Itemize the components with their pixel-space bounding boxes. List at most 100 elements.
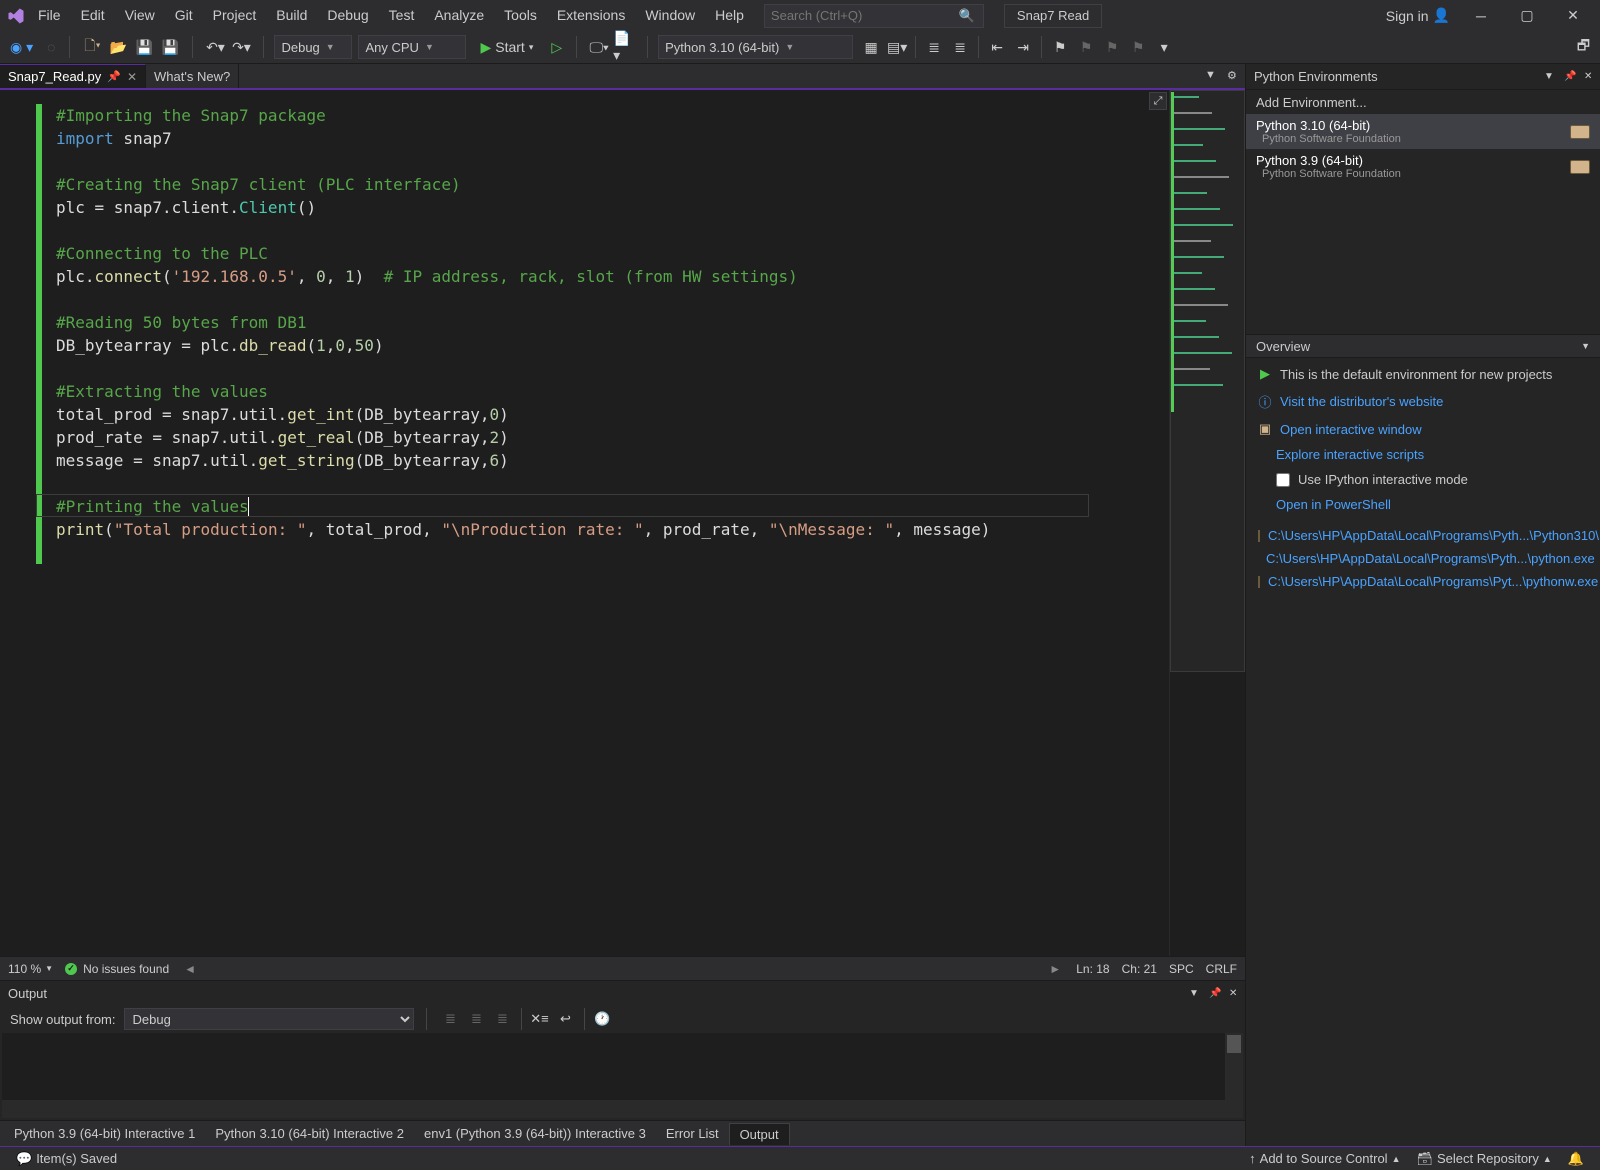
- menu-extensions[interactable]: Extensions: [547, 0, 635, 31]
- tool-tab[interactable]: Output: [729, 1123, 790, 1145]
- start-nodbg-button[interactable]: ▷: [547, 35, 566, 59]
- overview-section-header[interactable]: Overview▼: [1246, 334, 1600, 358]
- menu-project[interactable]: Project: [203, 0, 267, 31]
- redo-icon[interactable]: ↷▾: [229, 35, 253, 59]
- output-clear-icon[interactable]: ✕≡: [528, 1007, 552, 1031]
- maximize-button[interactable]: ▢: [1504, 0, 1550, 31]
- uncomment-icon[interactable]: ≣: [948, 35, 972, 59]
- active-files-icon[interactable]: ▼: [1201, 66, 1219, 84]
- select-repository[interactable]: 🗃Select Repository▲: [1408, 1151, 1559, 1167]
- open-file-icon[interactable]: 📂: [106, 35, 130, 59]
- pyenv-dropdown[interactable]: Python 3.10 (64-bit)▼: [658, 35, 853, 59]
- script-icon[interactable]: 📄▾: [613, 35, 637, 59]
- menu-test[interactable]: Test: [379, 0, 425, 31]
- pin-icon[interactable]: 📌: [107, 70, 121, 83]
- visit-website-link[interactable]: Visit the distributor's website: [1280, 394, 1443, 409]
- search-input[interactable]: [765, 5, 955, 27]
- search-box[interactable]: 🔍: [764, 4, 984, 28]
- output-vscroll[interactable]: [1225, 1033, 1243, 1118]
- minimap[interactable]: [1169, 90, 1245, 956]
- add-source-control[interactable]: ↑Add to Source Control▲: [1241, 1151, 1408, 1166]
- tool-icon-1[interactable]: ▦: [859, 35, 883, 59]
- tool-tab[interactable]: Error List: [656, 1123, 729, 1144]
- config-dropdown[interactable]: Debug▼: [274, 35, 352, 59]
- save-all-icon[interactable]: 💾: [158, 35, 182, 59]
- minimize-button[interactable]: ─: [1458, 0, 1504, 31]
- output-clock-icon[interactable]: 🕐: [591, 1007, 615, 1031]
- menu-git[interactable]: Git: [165, 0, 203, 31]
- browser-icon[interactable]: 🖵▾: [587, 35, 611, 59]
- status-ready[interactable]: 💬Item(s) Saved: [8, 1151, 125, 1167]
- env-pill-icon[interactable]: [1570, 160, 1590, 174]
- output-source-dropdown[interactable]: Debug: [124, 1008, 414, 1030]
- close-tab-icon[interactable]: ✕: [127, 70, 137, 84]
- env-path-link[interactable]: C:\Users\HP\AppData\Local\Programs\Pyt..…: [1268, 574, 1598, 589]
- open-interactive-link[interactable]: Open interactive window: [1280, 422, 1422, 437]
- panel-close-icon[interactable]: ✕: [1580, 69, 1596, 85]
- output-wrap-icon[interactable]: ↩: [554, 1007, 578, 1031]
- output-textarea[interactable]: [2, 1033, 1243, 1118]
- platform-dropdown[interactable]: Any CPU▼: [358, 35, 466, 59]
- issues-status[interactable]: ✓ No issues found: [65, 962, 169, 976]
- env-item[interactable]: Python 3.9 (64-bit)Python Software Found…: [1246, 149, 1600, 184]
- next-issue-icon[interactable]: ►: [1046, 962, 1064, 976]
- comment-icon[interactable]: ≣: [922, 35, 946, 59]
- env-pill-icon[interactable]: [1570, 125, 1590, 139]
- tool-tab[interactable]: env1 (Python 3.9 (64-bit)) Interactive 3: [414, 1123, 656, 1144]
- output-pin-icon[interactable]: 📌: [1205, 985, 1221, 1001]
- search-icon[interactable]: 🔍: [955, 8, 979, 24]
- document-tab[interactable]: What's New?: [146, 64, 239, 88]
- start-debug-button[interactable]: ▶Start▾: [472, 35, 541, 59]
- ipython-checkbox[interactable]: Use IPython interactive mode: [1276, 472, 1588, 487]
- bookmark-clear-icon[interactable]: ⚑: [1126, 35, 1150, 59]
- output-tool-1[interactable]: ≣: [439, 1007, 463, 1031]
- env-item[interactable]: Python 3.10 (64-bit)Python Software Foun…: [1246, 114, 1600, 149]
- outdent-icon[interactable]: ⇤: [985, 35, 1009, 59]
- bookmark-prev-icon[interactable]: ⚑: [1074, 35, 1098, 59]
- ln-col[interactable]: Ln: 18: [1076, 962, 1109, 976]
- code-content[interactable]: #Importing the Snap7 packageimport snap7…: [56, 104, 1165, 541]
- nav-back-button[interactable]: ◉ ▾: [6, 35, 37, 59]
- indent-icon[interactable]: ⇥: [1011, 35, 1035, 59]
- menu-window[interactable]: Window: [635, 0, 705, 31]
- explore-scripts-link[interactable]: Explore interactive scripts: [1276, 447, 1424, 462]
- notifications-icon[interactable]: 🔔: [1560, 1151, 1592, 1167]
- menu-debug[interactable]: Debug: [317, 0, 378, 31]
- indent-mode[interactable]: SPC: [1169, 962, 1194, 976]
- tool-tab[interactable]: Python 3.9 (64-bit) Interactive 1: [4, 1123, 205, 1144]
- menu-file[interactable]: File: [28, 0, 71, 31]
- save-icon[interactable]: 💾: [132, 35, 156, 59]
- ch-col[interactable]: Ch: 21: [1122, 962, 1157, 976]
- output-hscroll[interactable]: [2, 1100, 1225, 1118]
- document-tab[interactable]: Snap7_Read.py📌✕: [0, 64, 146, 88]
- menu-help[interactable]: Help: [705, 0, 754, 31]
- menu-view[interactable]: View: [115, 0, 165, 31]
- nav-fwd-button[interactable]: ◌: [43, 35, 59, 59]
- bookmark-icon[interactable]: ⚑: [1048, 35, 1072, 59]
- undo-icon[interactable]: ↶▾: [203, 35, 227, 59]
- panel-title[interactable]: Python Environments: [1254, 69, 1378, 84]
- output-close-icon[interactable]: ✕: [1225, 985, 1241, 1001]
- open-powershell-link[interactable]: Open in PowerShell: [1276, 497, 1391, 512]
- code-editor[interactable]: ⤢ #Importing the Snap7 packageimport sna…: [0, 90, 1169, 956]
- solution-name[interactable]: Snap7 Read: [1004, 4, 1102, 28]
- close-button[interactable]: ✕: [1550, 0, 1596, 31]
- output-tool-3[interactable]: ≣: [491, 1007, 515, 1031]
- env-path-link[interactable]: C:\Users\HP\AppData\Local\Programs\Pyth.…: [1266, 551, 1595, 566]
- panel-pin-icon[interactable]: 📌: [1560, 69, 1576, 85]
- tool-icon-2[interactable]: ▤▾: [885, 35, 909, 59]
- output-tool-2[interactable]: ≣: [465, 1007, 489, 1031]
- toolbar-overflow-icon[interactable]: ▾: [1152, 35, 1176, 59]
- tool-tab[interactable]: Python 3.10 (64-bit) Interactive 2: [205, 1123, 414, 1144]
- panel-dropdown-icon[interactable]: ▼: [1540, 69, 1556, 85]
- output-dropdown-icon[interactable]: ▼: [1185, 985, 1201, 1001]
- window-opts-icon[interactable]: ⚙: [1223, 66, 1241, 84]
- sign-in-link[interactable]: Sign in👤: [1378, 7, 1458, 24]
- zoom-dropdown[interactable]: 110 %▼: [8, 962, 53, 976]
- new-project-icon[interactable]: 🗋▾: [80, 35, 104, 59]
- menu-build[interactable]: Build: [266, 0, 317, 31]
- env-path-link[interactable]: C:\Users\HP\AppData\Local\Programs\Pyth.…: [1268, 528, 1599, 543]
- bookmark-next-icon[interactable]: ⚑: [1100, 35, 1124, 59]
- eol-mode[interactable]: CRLF: [1206, 962, 1237, 976]
- menu-analyze[interactable]: Analyze: [424, 0, 494, 31]
